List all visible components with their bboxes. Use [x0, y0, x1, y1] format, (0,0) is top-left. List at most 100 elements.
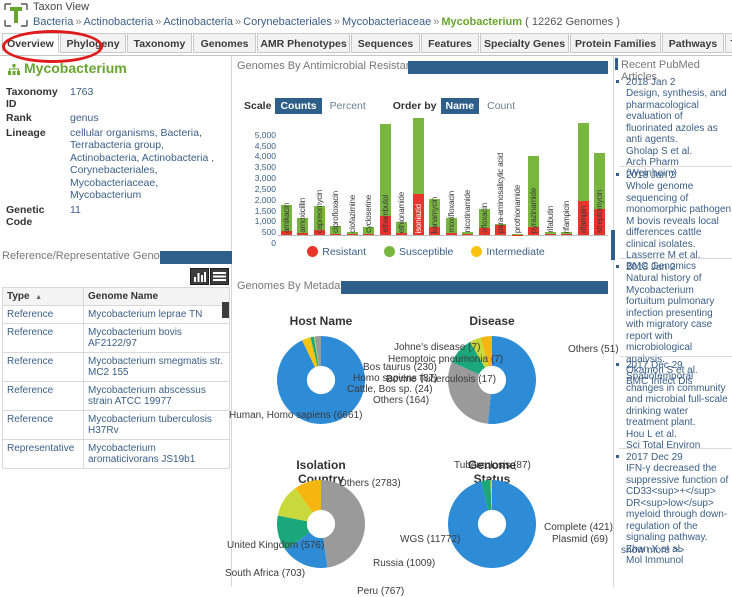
bar-group[interactable]: nicotinamide: [462, 232, 473, 235]
article-title[interactable]: IFN-γ decreased the suppressive function…: [619, 463, 732, 544]
column-header-type[interactable]: Type ▲: [3, 288, 84, 306]
bar-segment-resistant[interactable]: [561, 234, 572, 235]
article-title[interactable]: Spatiotemporal changes in community and …: [619, 371, 732, 429]
table-row[interactable]: ReferenceMycobacterium tuberculosis H37R…: [3, 411, 230, 440]
amr-section-header: Genomes By Antimicrobial Resistance: [233, 60, 614, 76]
page-title: Mycobacterium: [24, 60, 127, 76]
tab-genomes[interactable]: Genomes: [193, 33, 256, 53]
cell-genome-name[interactable]: Mycobacterium abscessus strain ATCC 1997…: [84, 382, 230, 411]
bar-group[interactable]: ciprofloxacin: [330, 226, 341, 235]
pie-slice[interactable]: [448, 362, 491, 424]
tab-taxonomy[interactable]: Taxonomy: [127, 33, 192, 53]
tab-transcriptomics[interactable]: Transcriptomics: [725, 33, 732, 53]
pie-slice[interactable]: [321, 480, 365, 568]
scale-option-counts[interactable]: Counts: [275, 98, 321, 114]
bar-category-label: ciprofloxacin: [331, 191, 340, 233]
table-row[interactable]: ReferenceMycobacterium smegmatis str. MC…: [3, 353, 230, 382]
pubmed-article[interactable]: 2018 Jan 2Design, synthesis, and pharmac…: [619, 74, 732, 179]
tab-sequences[interactable]: Sequences: [351, 33, 420, 53]
pubmed-panel: Recent PubMed Articles 2018 Jan 2Design,…: [615, 56, 732, 587]
bar-group[interactable]: streptomycin: [594, 153, 605, 235]
page-scrollbar[interactable]: [611, 230, 615, 260]
bar-segment-resistant[interactable]: [330, 234, 341, 235]
table-row[interactable]: ReferenceMycobacterium abscessus strain …: [3, 382, 230, 411]
legend-item[interactable]: Resistant: [307, 246, 366, 258]
taxon-view-label: Taxon View: [33, 1, 89, 13]
article-title[interactable]: Natural history of Mycobacterium fortuit…: [619, 273, 732, 365]
tab-pathways[interactable]: Pathways: [662, 33, 724, 53]
column-header-genome-name[interactable]: Genome Name: [84, 288, 230, 306]
bar-group[interactable]: kanamycin: [429, 199, 440, 235]
bar-group[interactable]: moxifloxacin: [446, 218, 457, 235]
bar-segment-resistant[interactable]: [446, 233, 457, 235]
bar-group[interactable]: rifampicin: [561, 232, 572, 235]
bar-group[interactable]: isoniazid: [413, 118, 424, 235]
bar-chart-view-icon[interactable]: [190, 268, 209, 285]
page-header: Taxon View Bacteria»Actinobacteria»Actin…: [0, 0, 732, 32]
table-row[interactable]: RepresentativeMycobacterium aromaticivor…: [3, 440, 230, 469]
bar-group[interactable]: ethambutol: [380, 124, 391, 235]
tab-features[interactable]: Features: [421, 33, 479, 53]
pie-slice-label: Johne's disease (7): [394, 342, 480, 353]
breadcrumb-item-2[interactable]: Actinobacteria: [163, 16, 233, 28]
breadcrumb-item-3[interactable]: Corynebacteriales: [243, 16, 332, 28]
article-journal: Mol Immunol: [619, 555, 732, 566]
bar-segment-resistant[interactable]: [545, 234, 556, 235]
bar-group[interactable]: cycloserine: [363, 227, 374, 235]
breadcrumb-item-1[interactable]: Actinobacteria: [83, 16, 153, 28]
bullet-icon: [616, 80, 619, 83]
tab-phylogeny[interactable]: Phylogeny: [60, 33, 126, 53]
bar-group[interactable]: amikacin: [281, 205, 292, 235]
show-more-link[interactable]: show more >>: [621, 545, 684, 556]
breadcrumb-item-4[interactable]: Mycobacteriaceae: [342, 16, 431, 28]
article-title[interactable]: Design, synthesis, and pharmacological e…: [619, 88, 732, 146]
bar-segment-susceptible[interactable]: [462, 232, 473, 234]
table-row[interactable]: ReferenceMycobacterium leprae TN: [3, 306, 230, 324]
bar-group[interactable]: rifampin: [578, 123, 589, 235]
table-view-icon[interactable]: [210, 268, 229, 285]
order-option-name[interactable]: Name: [441, 98, 480, 114]
breadcrumb-sep: »: [233, 16, 243, 28]
bar-segment-resistant[interactable]: [297, 233, 308, 235]
table-row[interactable]: ReferenceMycobacterium bovis AF2122/97: [3, 324, 230, 353]
bar-group[interactable]: amoxicillin: [297, 218, 308, 235]
bar-group[interactable]: rifabutin: [545, 232, 556, 235]
table-scrollbar[interactable]: [222, 302, 229, 318]
legend-item[interactable]: Susceptible: [384, 246, 453, 258]
tab-specialty-genes[interactable]: Specialty Genes: [480, 33, 569, 53]
cell-genome-name[interactable]: Mycobacterium tuberculosis H37Rv: [84, 411, 230, 440]
bar-group[interactable]: prothionamide: [512, 233, 523, 235]
bar-group[interactable]: ethionamide: [396, 222, 407, 235]
tab-overview[interactable]: Overview: [2, 33, 59, 53]
pubmed-article[interactable]: 2017 Dec 29Spatiotemporal changes in com…: [619, 356, 732, 451]
cell-genome-name[interactable]: Mycobacterium leprae TN: [84, 306, 230, 324]
tab-amr-phenotypes[interactable]: AMR Phenotypes: [257, 33, 350, 53]
order-option-count[interactable]: Count: [482, 98, 520, 114]
legend-item[interactable]: Intermediate: [471, 246, 544, 258]
bar-group[interactable]: ofloxacin: [479, 209, 490, 235]
bar-group[interactable]: clofazimine: [347, 232, 358, 235]
bar-segment-susceptible[interactable]: [578, 123, 589, 201]
bar-segment-resistant[interactable]: [462, 234, 473, 235]
tab-protein-families[interactable]: Protein Families: [570, 33, 661, 53]
bar-category-label: rifabutin: [546, 206, 555, 233]
cell-genome-name[interactable]: Mycobacterium bovis AF2122/97: [84, 324, 230, 353]
bar-segment-resistant[interactable]: [347, 234, 358, 235]
pie-slice-label: Others (164): [373, 395, 429, 406]
meta-value: 11: [70, 204, 81, 228]
cell-genome-name[interactable]: Mycobacterium smegmatis str. MC2 155: [84, 353, 230, 382]
breadcrumb-item-0[interactable]: Bacteria: [33, 16, 73, 28]
breadcrumb-sep: »: [153, 16, 163, 28]
cell-type: Reference: [3, 411, 84, 440]
y-axis-tick: 3,000: [255, 174, 276, 182]
bar-group[interactable]: capreomycin: [314, 206, 325, 235]
breadcrumb-sep: »: [73, 16, 83, 28]
scale-option-percent[interactable]: Percent: [325, 98, 371, 114]
bar-group[interactable]: pyrazinamide: [528, 156, 539, 235]
bar-segment-resistant[interactable]: [363, 234, 374, 235]
article-title[interactable]: Whole genome sequencing of monomorphic p…: [619, 181, 732, 250]
bar-group[interactable]: para-aminosalicylic acid: [495, 224, 506, 235]
pubmed-article[interactable]: 2018 Jan 2Whole genome sequencing of mon…: [619, 166, 732, 272]
bar-segment-susceptible[interactable]: [413, 118, 424, 194]
cell-genome-name[interactable]: Mycobacterium aromaticivorans JS19b1: [84, 440, 230, 469]
